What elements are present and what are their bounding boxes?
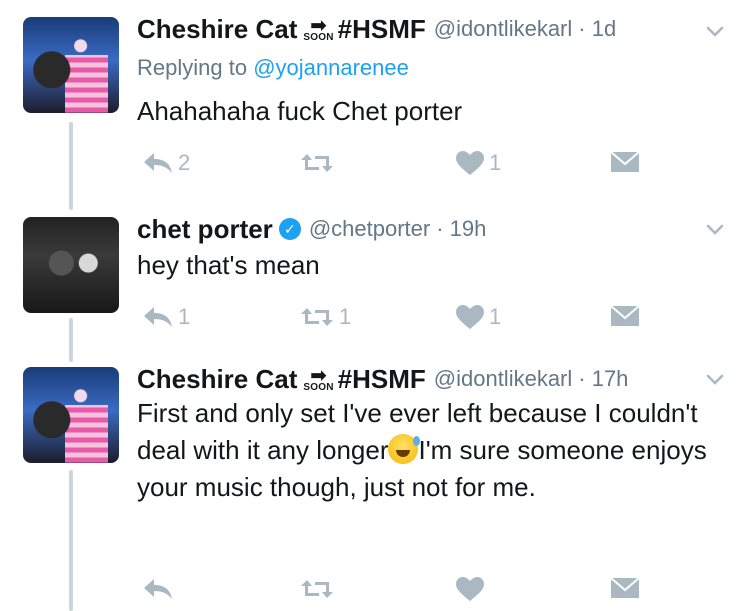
display-name[interactable]: chet porter (137, 214, 273, 245)
display-name[interactable]: Cheshire Cat (137, 364, 297, 395)
tweet[interactable]: Cheshire Cat ➡ SOON #HSMF @idontlikekarl… (0, 350, 750, 611)
like-button[interactable] (455, 576, 489, 602)
retweet-button[interactable] (299, 150, 339, 176)
soon-badge: SOON (303, 31, 334, 43)
avatar[interactable] (23, 217, 119, 313)
heart-icon (456, 577, 484, 601)
like-count: 1 (489, 150, 502, 175)
reply-button[interactable] (142, 576, 178, 602)
retweet-icon (301, 308, 333, 326)
reply-icon (144, 153, 172, 173)
replying-to: Replying to @yojannarenee (137, 55, 409, 81)
tweet[interactable]: Cheshire Cat ➡ SOON #HSMF @idontlikekarl… (0, 0, 750, 200)
retweet-icon (301, 154, 333, 172)
direct-message-button[interactable] (610, 150, 640, 174)
replying-handle-link[interactable]: @yojannarenee (253, 55, 409, 80)
chevron-down-icon[interactable] (703, 218, 727, 242)
tweet-actions (137, 576, 657, 606)
tweet-text: hey that's mean (137, 250, 320, 280)
retweet-count: 1 (339, 304, 352, 329)
display-name-hashtag: #HSMF (337, 363, 426, 394)
envelope-icon (610, 577, 640, 598)
tweet-text: First and only set I've ever left becaus… (137, 395, 727, 506)
reply-icon (144, 579, 172, 599)
tweet-header: Cheshire Cat ➡ SOON #HSMF @idontlikekarl… (137, 12, 616, 46)
reply-button[interactable]: 1 (142, 304, 190, 330)
like-count: 1 (489, 304, 502, 329)
soon-arrow-icon: ➡ SOON (303, 364, 334, 393)
soon-badge: SOON (303, 381, 334, 393)
timestamp[interactable]: · 19h (436, 216, 486, 242)
display-name-hashtag: #HSMF (337, 13, 426, 44)
avatar[interactable] (23, 17, 119, 113)
chevron-down-icon[interactable] (703, 368, 727, 392)
reply-count: 1 (178, 304, 191, 329)
user-handle[interactable]: @idontlikekarl (434, 366, 573, 392)
tweet-text: Ahahahaha fuck Chet porter (137, 96, 463, 126)
direct-message-button[interactable] (610, 576, 640, 600)
tweet-header: Cheshire Cat ➡ SOON #HSMF @idontlikekarl… (137, 362, 628, 396)
direct-message-button[interactable] (610, 304, 640, 328)
tweet[interactable]: chet porter ✓ @chetporter · 19h hey that… (0, 200, 750, 350)
user-handle[interactable]: @idontlikekarl (434, 16, 573, 42)
reply-icon (144, 307, 172, 327)
like-button[interactable]: 1 (455, 150, 501, 176)
user-handle[interactable]: @chetporter (309, 216, 430, 242)
grinning-sweat-emoji (388, 434, 421, 464)
tweet-header: chet porter ✓ @chetporter · 19h (137, 212, 486, 246)
reply-count: 2 (178, 150, 191, 175)
avatar[interactable] (23, 367, 119, 463)
display-name[interactable]: Cheshire Cat (137, 14, 297, 45)
reply-button[interactable]: 2 (142, 150, 190, 176)
soon-arrow-icon: ➡ SOON (303, 14, 334, 43)
retweet-button[interactable] (299, 576, 339, 602)
verified-badge-icon: ✓ (278, 218, 301, 240)
envelope-icon (610, 305, 640, 326)
retweet-icon (301, 580, 333, 598)
replying-prefix: Replying to (137, 55, 254, 80)
timestamp[interactable]: · 1d (578, 16, 616, 42)
timestamp[interactable]: · 17h (578, 366, 628, 392)
chevron-down-icon[interactable] (703, 20, 727, 44)
heart-icon (456, 305, 484, 329)
tweet-actions: 2 1 (137, 150, 657, 180)
envelope-icon (610, 151, 640, 172)
tweet-actions: 1 1 1 (137, 304, 657, 334)
heart-icon (456, 151, 484, 175)
like-button[interactable]: 1 (455, 304, 501, 330)
retweet-button[interactable]: 1 (299, 304, 351, 330)
